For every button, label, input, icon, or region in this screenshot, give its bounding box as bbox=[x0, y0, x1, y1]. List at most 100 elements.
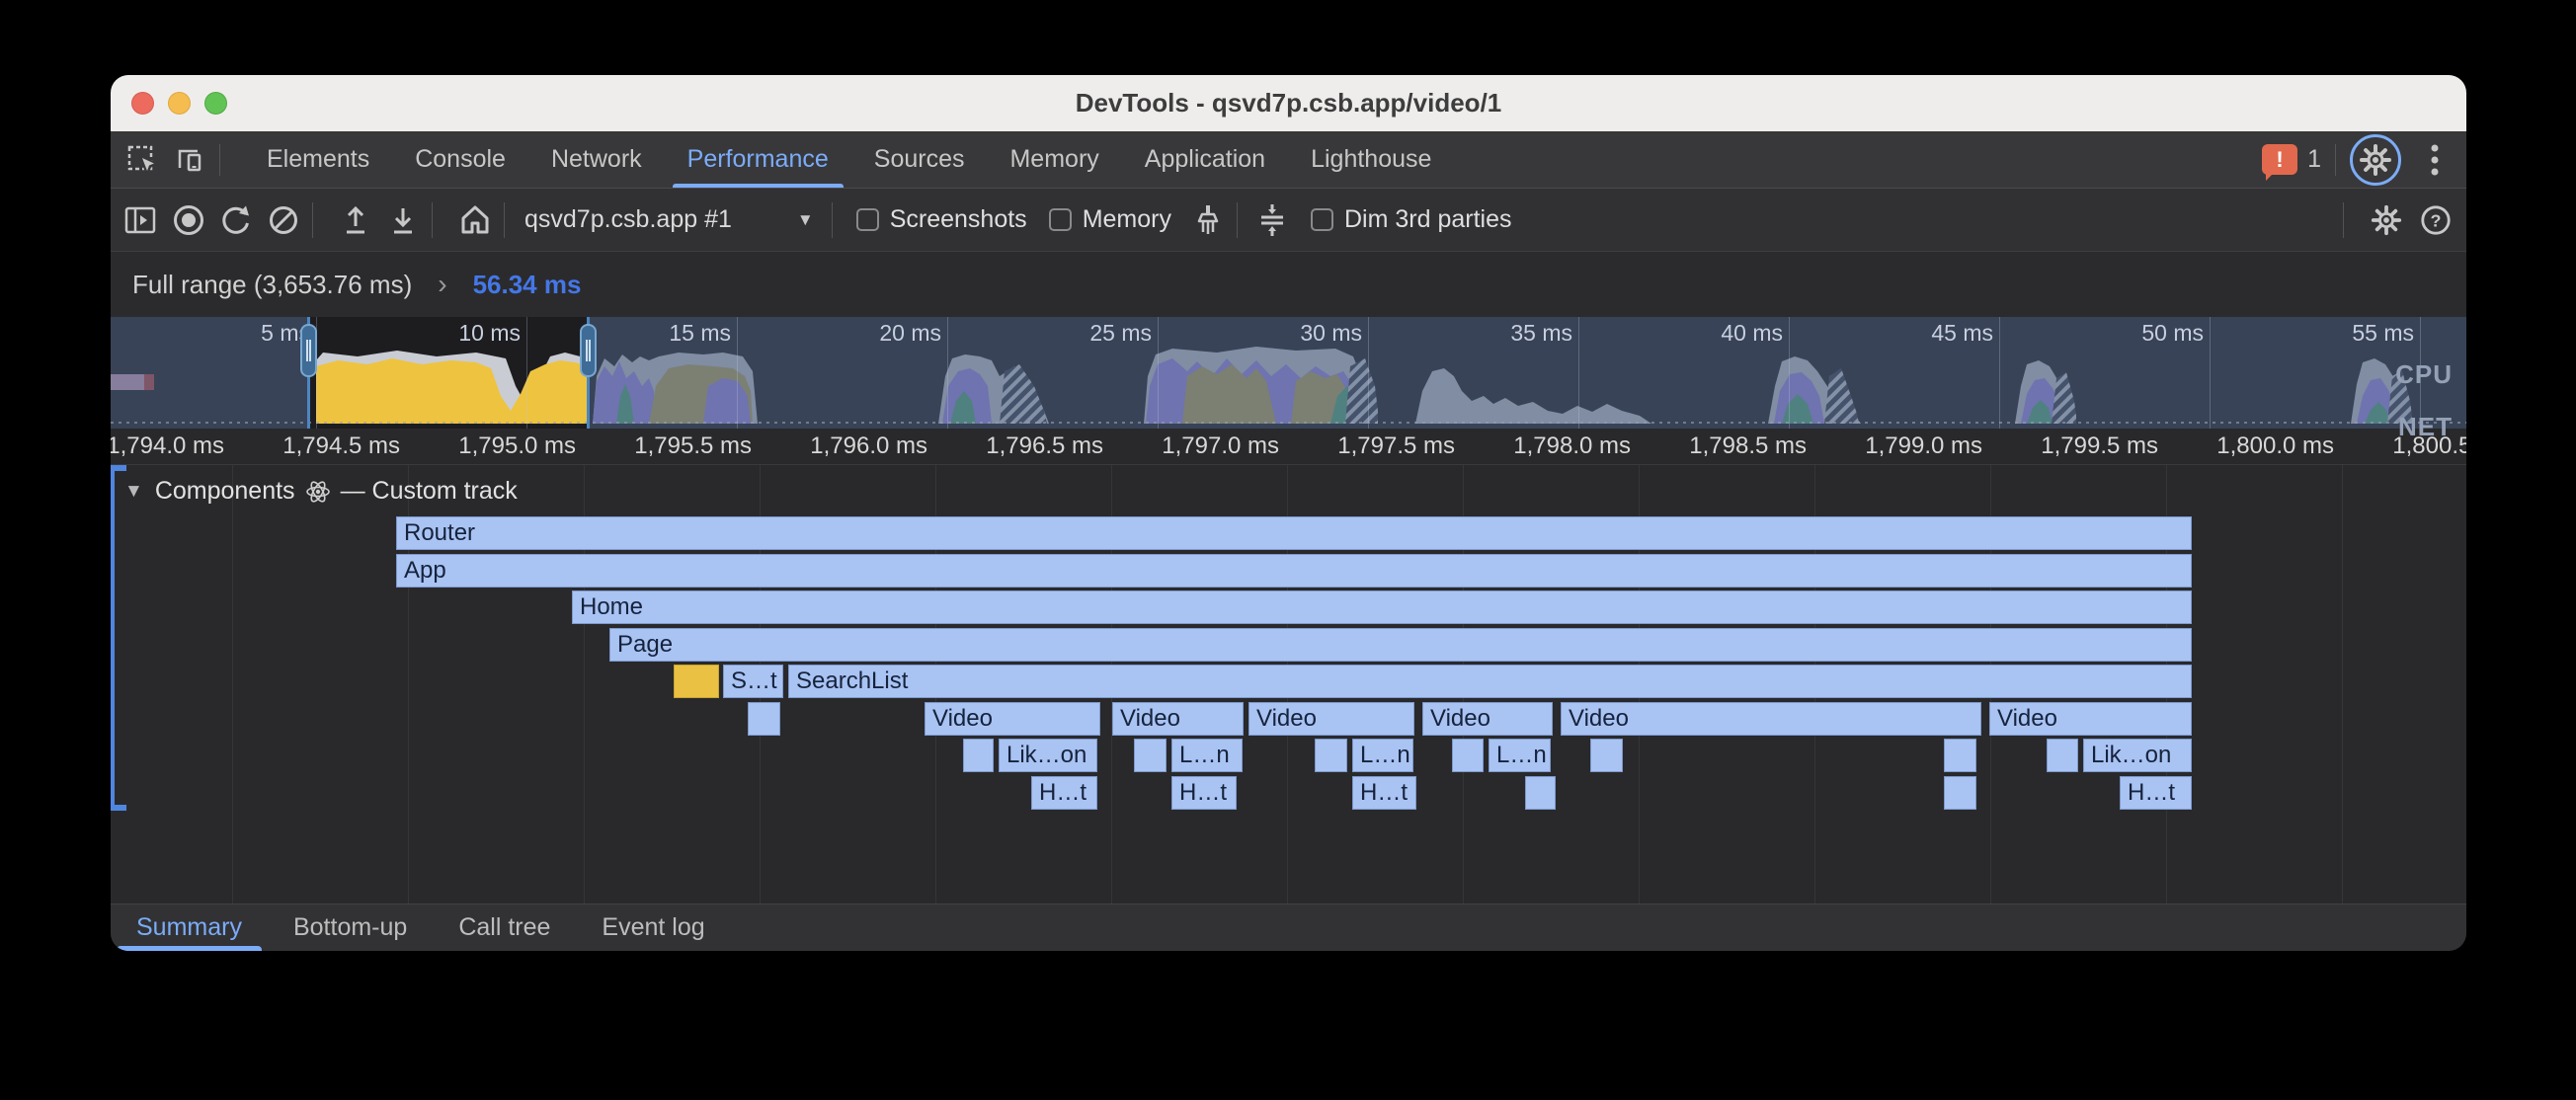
flame-bar[interactable]: Video bbox=[925, 702, 1100, 736]
bottom-tab-bottom-up[interactable]: Bottom-up bbox=[268, 904, 433, 951]
track-title: Components bbox=[155, 477, 295, 506]
tab-lighthouse[interactable]: Lighthouse bbox=[1288, 131, 1454, 188]
dim-3rd-parties-checkbox[interactable] bbox=[1311, 208, 1333, 231]
ruler-label: 1,797.0 ms bbox=[1162, 432, 1279, 460]
track-header[interactable]: ▼ Components — Custom track bbox=[124, 477, 518, 506]
reload-record-icon[interactable] bbox=[219, 203, 253, 237]
bottom-tab-event-log[interactable]: Event log bbox=[576, 904, 730, 951]
issues-icon[interactable]: ! bbox=[2262, 144, 2297, 175]
device-toolbar-icon[interactable] bbox=[174, 144, 205, 176]
close-button[interactable] bbox=[131, 92, 154, 115]
selection-left-handle[interactable] bbox=[300, 324, 317, 377]
flame-bar[interactable]: S…t bbox=[723, 665, 783, 698]
flame-chart[interactable]: ▼ Components — Custom track Router AppHom… bbox=[111, 465, 2466, 904]
flame-bar[interactable] bbox=[1134, 739, 1167, 772]
tab-sources[interactable]: Sources bbox=[851, 131, 988, 188]
bottom-tab-summary[interactable]: Summary bbox=[111, 904, 268, 951]
flame-bar[interactable]: L…n bbox=[1352, 739, 1413, 772]
overview-gridline bbox=[737, 317, 738, 429]
upload-profile-icon[interactable] bbox=[339, 203, 372, 237]
divider bbox=[219, 144, 220, 176]
devtools-tabbar: ElementsConsoleNetworkPerformanceSources… bbox=[111, 131, 2466, 189]
flame-bar[interactable] bbox=[1590, 739, 1623, 772]
panel-settings-gear-icon[interactable] bbox=[2370, 203, 2403, 237]
target-selector[interactable]: qsvd7p.csb.app #1 ▼ bbox=[524, 205, 814, 234]
flame-bar[interactable]: L…n bbox=[1171, 739, 1243, 772]
time-ruler: 1,794.0 ms1,794.5 ms1,795.0 ms1,795.5 ms… bbox=[111, 429, 2466, 465]
flame-bar[interactable]: Video bbox=[1248, 702, 1414, 736]
home-icon[interactable] bbox=[458, 203, 492, 237]
overview-tick-label: 20 ms bbox=[879, 320, 941, 347]
flame-bar[interactable] bbox=[1944, 776, 1976, 810]
tab-elements[interactable]: Elements bbox=[244, 131, 392, 188]
screenshots-label: Screenshots bbox=[890, 205, 1027, 234]
flame-bar[interactable]: Video bbox=[1422, 702, 1553, 736]
inspect-element-icon[interactable] bbox=[126, 144, 158, 176]
tab-memory[interactable]: Memory bbox=[987, 131, 1121, 188]
toggle-sidebar-icon[interactable] bbox=[124, 203, 158, 237]
overview-tick-label: 15 ms bbox=[669, 320, 731, 347]
flame-bar[interactable] bbox=[2047, 739, 2078, 772]
flame-bar[interactable]: App bbox=[396, 554, 2192, 588]
collapse-triangle-icon[interactable]: ▼ bbox=[124, 481, 143, 503]
settings-gear-icon[interactable] bbox=[2350, 134, 2401, 186]
tab-application[interactable]: Application bbox=[1122, 131, 1288, 188]
bottom-tab-call-tree[interactable]: Call tree bbox=[433, 904, 576, 951]
flame-bar[interactable] bbox=[1315, 739, 1347, 772]
clear-icon[interactable] bbox=[267, 203, 300, 237]
flame-bar[interactable]: H…t bbox=[2120, 776, 2192, 810]
selected-range-label[interactable]: 56.34 ms bbox=[473, 270, 582, 300]
selection-right-handle[interactable] bbox=[580, 324, 597, 377]
full-range-label[interactable]: Full range (3,653.76 ms) bbox=[132, 270, 412, 300]
record-icon[interactable] bbox=[172, 203, 205, 237]
ruler-label: 1,795.5 ms bbox=[634, 432, 752, 460]
performance-toolbar: qsvd7p.csb.app #1 ▼ Screenshots Memory bbox=[111, 189, 2466, 252]
help-icon[interactable]: ? bbox=[2419, 203, 2453, 237]
tab-network[interactable]: Network bbox=[528, 131, 665, 188]
overview-gridline bbox=[2210, 317, 2211, 429]
flame-bar[interactable]: Page bbox=[609, 628, 2192, 662]
zoom-button[interactable] bbox=[204, 92, 227, 115]
tab-performance[interactable]: Performance bbox=[665, 131, 851, 188]
download-profile-icon[interactable] bbox=[386, 203, 420, 237]
overview-tick-label: 25 ms bbox=[1089, 320, 1152, 347]
flame-bar[interactable] bbox=[1944, 739, 1976, 772]
flame-bar[interactable]: H…t bbox=[1031, 776, 1097, 810]
flame-bar[interactable] bbox=[963, 739, 994, 772]
cpu-lane-label: CPU bbox=[2395, 359, 2453, 390]
flame-bar[interactable]: Lik…on bbox=[999, 739, 1097, 772]
selection-marker bbox=[111, 805, 126, 811]
titlebar: DevTools - qsvd7p.csb.app/video/1 bbox=[111, 75, 2466, 131]
divider bbox=[432, 202, 433, 238]
flame-bar[interactable] bbox=[1452, 739, 1484, 772]
flame-bar[interactable]: SearchList bbox=[788, 665, 2192, 698]
minimize-button[interactable] bbox=[168, 92, 191, 115]
range-breadcrumb: Full range (3,653.76 ms) › 56.34 ms bbox=[111, 252, 2466, 317]
ruler-label: 1,798.5 ms bbox=[1689, 432, 1807, 460]
flame-bar[interactable]: Home bbox=[572, 590, 2192, 624]
screenshots-checkbox[interactable] bbox=[856, 208, 879, 231]
tab-console[interactable]: Console bbox=[392, 131, 528, 188]
flame-bar[interactable] bbox=[1525, 776, 1556, 810]
kebab-menu-icon[interactable] bbox=[2419, 144, 2451, 176]
devtools-window: DevTools - qsvd7p.csb.app/video/1 Elemen… bbox=[111, 75, 2466, 951]
flame-bar[interactable]: H…t bbox=[1352, 776, 1416, 810]
divider bbox=[1237, 202, 1238, 238]
flame-bar[interactable] bbox=[748, 702, 780, 736]
flame-bar[interactable]: Lik…on bbox=[2083, 739, 2192, 772]
flame-bar[interactable]: L…n bbox=[1489, 739, 1551, 772]
issues-count: 1 bbox=[2307, 145, 2321, 174]
flame-bar[interactable]: Video bbox=[1561, 702, 1981, 736]
target-selector-value: qsvd7p.csb.app #1 bbox=[524, 205, 732, 234]
flame-bar[interactable]: Router bbox=[396, 516, 2192, 550]
memory-checkbox[interactable] bbox=[1049, 208, 1072, 231]
flame-bar[interactable] bbox=[674, 665, 719, 698]
garbage-collect-icon[interactable] bbox=[1191, 203, 1225, 237]
flame-bar[interactable]: Video bbox=[1989, 702, 2192, 736]
flame-bar[interactable]: Video bbox=[1112, 702, 1244, 736]
collapse-panels-icon[interactable] bbox=[1255, 203, 1289, 237]
flame-bar[interactable]: H…t bbox=[1171, 776, 1237, 810]
timeline-overview[interactable]: 5 ms10 ms15 ms20 ms25 ms30 ms35 ms40 ms4… bbox=[111, 317, 2466, 429]
ruler-label: 1,795.0 ms bbox=[458, 432, 576, 460]
flame-row: VideoVideoVideoVideoVideoVideo bbox=[111, 702, 2466, 736]
